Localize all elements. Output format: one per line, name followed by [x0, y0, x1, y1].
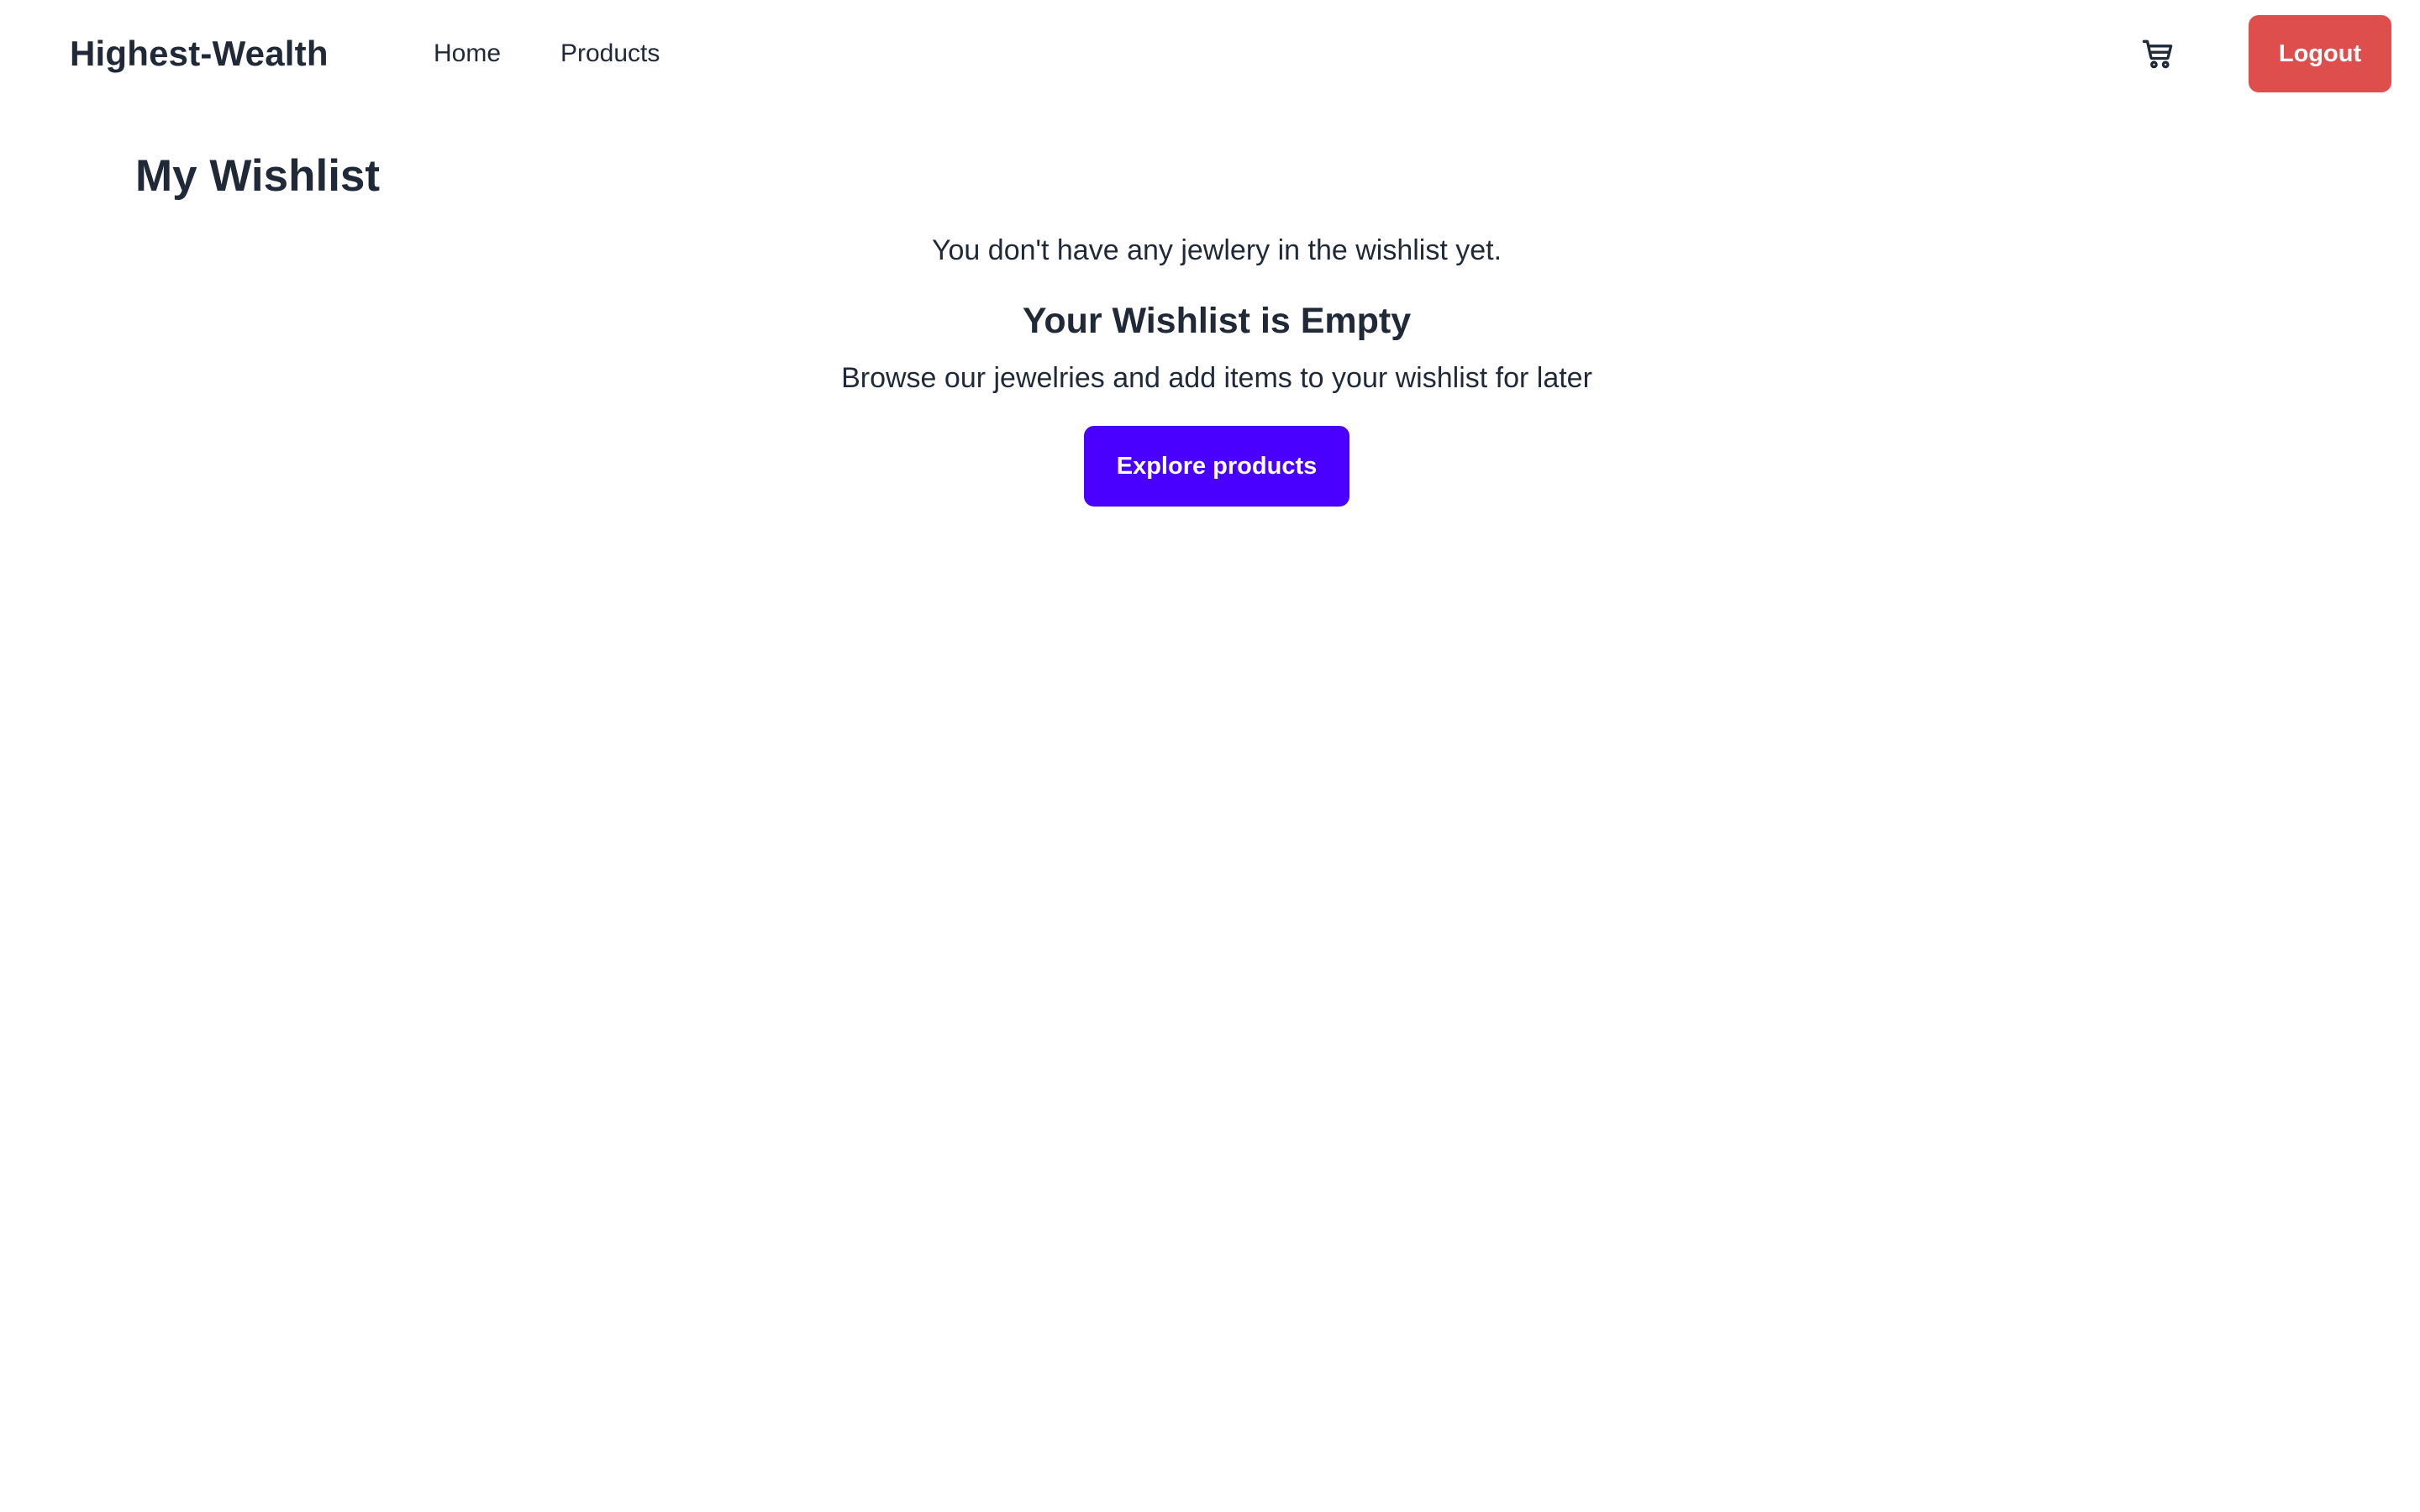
nav-link-products[interactable]: Products — [560, 37, 660, 71]
shopping-cart-icon — [2142, 39, 2173, 69]
cart-button[interactable] — [2139, 35, 2176, 72]
empty-wishlist-message: You don't have any jewlery in the wishli… — [931, 234, 1502, 266]
brand-logo[interactable]: Highest-Wealth — [70, 30, 329, 77]
nav-link-home[interactable]: Home — [434, 37, 501, 71]
explore-products-button[interactable]: Explore products — [1084, 426, 1349, 507]
navbar: Highest-Wealth Home Products Logout — [0, 0, 2420, 108]
empty-state-title: Your Wishlist is Empty — [1022, 301, 1412, 341]
empty-state-subtitle: Browse our jewelries and add items to yo… — [841, 362, 1592, 394]
logout-button[interactable]: Logout — [2249, 15, 2391, 92]
page-title: My Wishlist — [135, 151, 381, 201]
